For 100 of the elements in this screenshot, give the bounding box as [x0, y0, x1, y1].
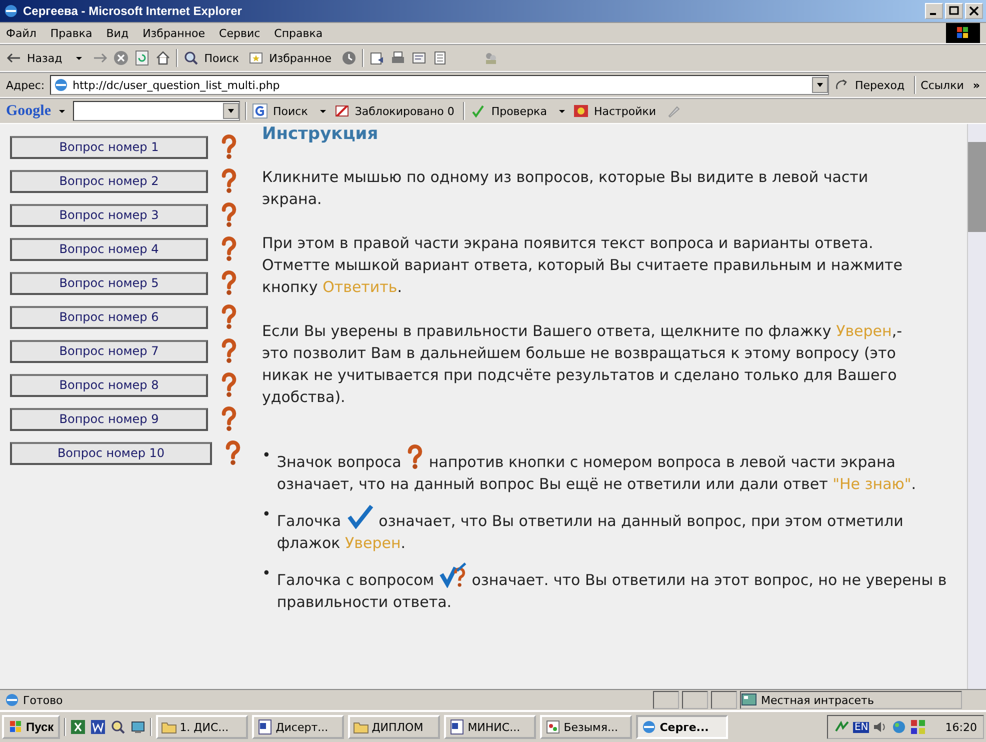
question-button[interactable]: Вопрос номер 1: [10, 136, 208, 158]
question-button[interactable]: Вопрос номер 7: [10, 340, 208, 362]
google-logo[interactable]: Google: [6, 102, 51, 120]
blocked-window-icon[interactable]: [334, 103, 350, 119]
taskbar-button[interactable]: 1. ДИС...: [156, 715, 248, 739]
refresh-icon[interactable]: [134, 50, 150, 66]
status-text: Готово: [23, 694, 63, 706]
grid-icon[interactable]: [910, 719, 926, 735]
check-question-icon: [438, 562, 467, 588]
question-button[interactable]: Вопрос номер 3: [10, 204, 208, 226]
document-icon: [256, 719, 273, 735]
instruction-paragraph: При этом в правой части экрана появится текст вопроса и варианты ответа. Отметте мышкой вариант ответа, который Вы считаете правильным и нажмите кнопку Ответить.: [262, 233, 904, 298]
question-mark-icon: [220, 304, 238, 330]
page-icon: [52, 77, 69, 93]
document-icon[interactable]: [432, 50, 448, 66]
question-button[interactable]: Вопрос номер 5: [10, 272, 208, 294]
question-button[interactable]: Вопрос номер 8: [10, 374, 208, 396]
search-field[interactable]: [73, 101, 240, 121]
question-button[interactable]: Вопрос номер 10: [10, 442, 212, 464]
start-button[interactable]: Пуск: [2, 715, 60, 739]
menu-item[interactable]: Вид: [106, 26, 129, 40]
search-button[interactable]: Поиск: [204, 52, 240, 64]
question-mark-icon: [220, 134, 238, 160]
window-title: Сергеева - Microsoft Internet Explorer: [23, 4, 242, 18]
go-button[interactable]: Переход: [855, 78, 905, 92]
back-button[interactable]: Назад: [27, 52, 62, 64]
desktop-icon[interactable]: [130, 719, 146, 735]
instruction-heading: Инструкция: [262, 124, 380, 144]
edit-icon[interactable]: [410, 50, 427, 66]
clock: 16:20: [945, 720, 977, 734]
question-mark-icon: [220, 372, 238, 398]
question-mark-icon: [220, 236, 238, 262]
question-mark-icon: [220, 406, 238, 432]
question-button[interactable]: Вопрос номер 9: [10, 408, 208, 430]
legend-text: Галочка означает, что Вы ответили на данный вопрос, при этом отметили флажок Уверен.: [276, 503, 947, 554]
magnifier-icon[interactable]: [110, 719, 126, 735]
history-icon[interactable]: [340, 50, 357, 66]
scrollbar[interactable]: [967, 124, 986, 689]
browser-icon: [640, 719, 657, 735]
browser-icon: [3, 3, 19, 19]
dropdown-icon[interactable]: [223, 103, 239, 119]
check-mark-icon: [346, 503, 374, 529]
question-mark-icon: [220, 168, 238, 194]
legend-text: Галочка с вопросом означает. что Вы ответили на этот вопрос, но не уверены в правильности ответа.: [276, 562, 947, 613]
question-mark-icon: [224, 440, 242, 466]
windows-logo-icon: [8, 719, 24, 735]
bullet: •: [262, 563, 271, 584]
google-search-icon[interactable]: [252, 103, 268, 119]
question-button[interactable]: Вопрос номер 4: [10, 238, 208, 260]
maximize-icon[interactable]: [945, 3, 963, 19]
instruction-paragraph: Если Вы уверены в правильности Вашего ответа, щелкните по флажку Уверен,- это позволит Вам в дальнейшем больше не возвращаться к этому вопросу (это никак не учитывается при подсчёте результатов и сделано только для Вашего удобства).: [262, 321, 904, 408]
question-mark-icon: [406, 444, 424, 470]
taskbar-button[interactable]: Серге...: [636, 715, 728, 739]
close-icon[interactable]: [965, 3, 983, 19]
menu-item[interactable]: Справка: [274, 26, 323, 40]
document-icon: [448, 719, 465, 735]
home-icon[interactable]: [155, 50, 172, 66]
stop-icon[interactable]: [113, 50, 130, 66]
favorites-button[interactable]: Избранное: [269, 52, 332, 64]
paint-icon: [544, 719, 561, 735]
settings-button[interactable]: Настройки: [594, 104, 656, 118]
spreadsheet-icon[interactable]: [70, 719, 86, 735]
word-document-icon[interactable]: [90, 719, 106, 735]
popup-blocker-button[interactable]: Заблокировано 0: [354, 104, 454, 118]
question-mark-icon: [220, 270, 238, 296]
instruction-paragraph: Кликните мышью по одному из вопросов, которые Вы видите в левой части экрана.: [262, 167, 870, 210]
minimize-icon[interactable]: [925, 3, 943, 19]
search-icon[interactable]: [183, 50, 200, 66]
question-mark-icon: [220, 338, 238, 364]
legend-text: Значок вопроса напротив кнопки с номером вопроса в левой части экрана означает, что на данный вопрос Вы ещё не ответили или дали ответ "Не знаю".: [276, 444, 947, 495]
dropdown-icon[interactable]: [812, 77, 828, 93]
status-pane: [653, 691, 679, 709]
question-button[interactable]: Вопрос номер 2: [10, 170, 208, 192]
page-icon: [4, 692, 20, 708]
menu-item[interactable]: Файл: [6, 26, 36, 40]
more-button[interactable]: »: [972, 78, 980, 92]
windows-logo-icon: [946, 23, 980, 43]
taskbar-button[interactable]: Дисерт...: [252, 715, 344, 739]
spellcheck-button[interactable]: Проверка: [491, 104, 547, 118]
menu-item[interactable]: Избранное: [142, 26, 206, 40]
menu-item[interactable]: Правка: [50, 26, 92, 40]
question-button[interactable]: Вопрос номер 6: [10, 306, 208, 328]
network-computer-icon: [741, 692, 757, 708]
spellcheck-icon[interactable]: [470, 103, 486, 119]
menu-item[interactable]: Сервис: [219, 26, 260, 40]
taskbar-button[interactable]: Безымя...: [540, 715, 632, 739]
google-search-button[interactable]: Поиск: [273, 104, 308, 118]
taskbar-button[interactable]: МИНИС...: [444, 715, 536, 739]
zone-label: Местная интрасеть: [761, 694, 874, 706]
address-field[interactable]: http://dc/user_question_list_multi.php: [50, 75, 829, 95]
language-indicator[interactable]: EN: [853, 722, 870, 732]
print-icon[interactable]: [390, 50, 406, 66]
mail-icon[interactable]: [368, 50, 385, 66]
bullet: •: [262, 504, 271, 525]
status-pane: [682, 691, 708, 709]
bullet: •: [262, 445, 271, 466]
taskbar-button[interactable]: ДИПЛОМ: [348, 715, 440, 739]
links-button[interactable]: Ссылки: [920, 78, 964, 92]
status-pane: [711, 691, 737, 709]
settings-icon[interactable]: [572, 103, 589, 119]
